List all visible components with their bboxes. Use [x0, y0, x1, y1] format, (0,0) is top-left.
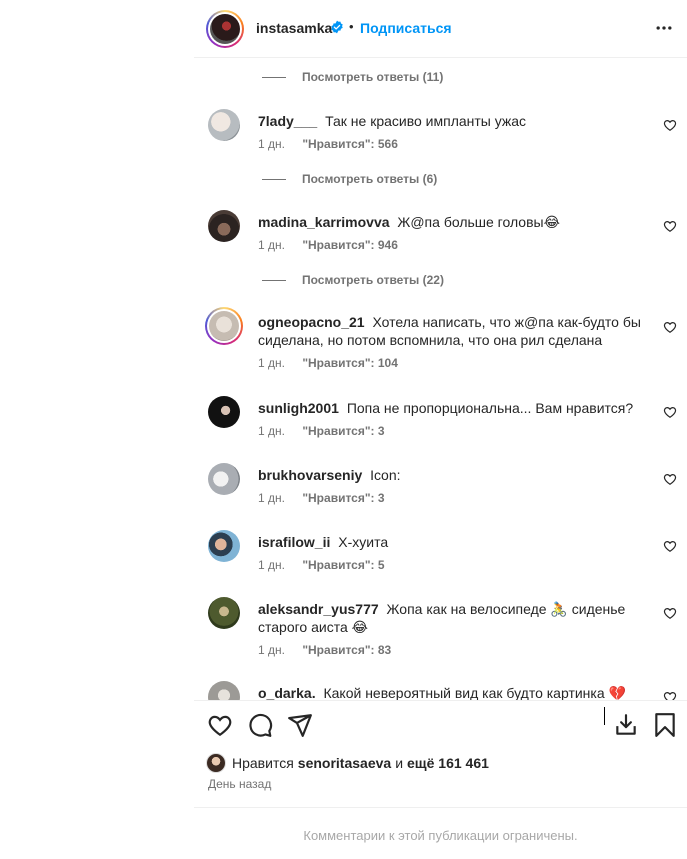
header-separator: • [349, 19, 354, 34]
comment-text: Icon: [370, 467, 401, 483]
commenter-avatar[interactable] [208, 681, 240, 700]
follow-button[interactable]: Подписаться [360, 20, 452, 36]
commenter-avatar[interactable] [208, 597, 240, 629]
commenter-avatar[interactable] [208, 530, 240, 562]
comment-likes[interactable]: "Нравится": 3 [302, 491, 384, 505]
like-comment-icon[interactable] [663, 320, 677, 334]
comment-text: Ж@па больше головы😂 [397, 214, 560, 230]
download-icon[interactable] [613, 712, 639, 738]
post-date[interactable]: День назад [208, 777, 271, 791]
like-comment-icon[interactable] [663, 405, 677, 419]
comment-text: Какой невероятный вид как будто картинка… [323, 685, 626, 700]
liker-avatar[interactable] [206, 753, 226, 773]
like-comment-icon[interactable] [663, 690, 677, 700]
comment-likes[interactable]: "Нравится": 946 [302, 238, 398, 252]
left-blank-area [0, 0, 194, 859]
comment-username[interactable]: sunligh2001 [258, 400, 339, 416]
likes-prefix: Нравится [232, 755, 294, 771]
post-header: instasamka • Подписаться [194, 0, 687, 58]
comment-time[interactable]: 1 дн. [258, 491, 285, 505]
bookmark-icon[interactable] [652, 712, 678, 738]
comment-username[interactable]: 7lady___ [258, 113, 317, 129]
comment-meta: 1 дн. "Нравится": 3 [258, 424, 385, 438]
author-username[interactable]: instasamka [256, 20, 332, 36]
comment-meta: 1 дн. "Нравится": 83 [258, 643, 391, 657]
comment-text: Х-хуита [338, 534, 389, 550]
text-cursor [604, 707, 605, 725]
like-comment-icon[interactable] [663, 118, 677, 132]
comment-meta: 1 дн. "Нравится": 946 [258, 238, 398, 252]
comment-username[interactable]: madina_karrimovva [258, 214, 390, 230]
likes-summary: Нравится senoritasaeva и ещё 161 461 [206, 753, 493, 773]
author-avatar[interactable] [206, 10, 244, 48]
comment-time[interactable]: 1 дн. [258, 137, 285, 151]
comment-time[interactable]: 1 дн. [258, 558, 285, 572]
comments-restricted-notice: Комментарии к этой публикации ограничены… [303, 828, 578, 843]
commenter-avatar[interactable] [208, 210, 240, 242]
comment-time[interactable]: 1 дн. [258, 643, 285, 657]
view-replies-button[interactable]: Посмотреть ответы (11) [262, 70, 443, 84]
comment-icon[interactable] [247, 712, 273, 738]
like-comment-icon[interactable] [663, 539, 677, 553]
likes-count[interactable]: ещё 161 461 [407, 755, 489, 771]
more-options-icon[interactable] [654, 18, 674, 38]
comment-username[interactable]: israfilow_ii [258, 534, 330, 550]
commenter-avatar[interactable] [208, 463, 240, 495]
comment-time[interactable]: 1 дн. [258, 424, 285, 438]
liker-username[interactable]: senoritasaeva [298, 755, 391, 771]
comment-likes[interactable]: "Нравится": 566 [302, 137, 398, 151]
like-comment-icon[interactable] [663, 472, 677, 486]
commenter-avatar[interactable] [208, 396, 240, 428]
share-icon[interactable] [287, 712, 313, 738]
post-actions: Нравится senoritasaeva и ещё 161 461 Ден… [194, 700, 687, 810]
comments-list[interactable]: Посмотреть ответы (11) 7lady___ Так не к… [194, 59, 687, 700]
comment-username[interactable]: brukhovarseniy [258, 467, 362, 483]
comment-likes[interactable]: "Нравится": 3 [302, 424, 384, 438]
likes-conjunction: и [395, 755, 404, 771]
comment-username[interactable]: ogneopacno_21 [258, 314, 365, 330]
comment-meta: 1 дн. "Нравится": 5 [258, 558, 385, 572]
like-comment-icon[interactable] [663, 606, 677, 620]
comment-username[interactable]: aleksandr_yus777 [258, 601, 379, 617]
comment-likes[interactable]: "Нравится": 5 [302, 558, 384, 572]
comment-text: Попа не пропорциональна... Вам нравится? [346, 400, 634, 416]
commenter-avatar[interactable] [205, 307, 243, 345]
comment-time[interactable]: 1 дн. [258, 238, 285, 252]
verified-badge-icon [331, 20, 343, 34]
comment-meta: 1 дн. "Нравится": 104 [258, 356, 398, 370]
divider [194, 807, 687, 808]
comment-text: Так не красиво импланты ужас [325, 113, 527, 129]
like-comment-icon[interactable] [663, 219, 677, 233]
comment-likes[interactable]: "Нравится": 104 [302, 356, 398, 370]
view-replies-button[interactable]: Посмотреть ответы (6) [262, 172, 437, 186]
post-side-panel: instasamka • Подписаться Посмотреть отве… [194, 0, 687, 859]
comment-username[interactable]: o_darka. [258, 685, 316, 700]
comment-time[interactable]: 1 дн. [258, 356, 285, 370]
heart-icon[interactable] [207, 712, 233, 738]
commenter-avatar[interactable] [208, 109, 240, 141]
comment-likes[interactable]: "Нравится": 83 [302, 643, 391, 657]
comment-meta: 1 дн. "Нравится": 3 [258, 491, 385, 505]
comment-meta: 1 дн. "Нравится": 566 [258, 137, 398, 151]
view-replies-button[interactable]: Посмотреть ответы (22) [262, 273, 444, 287]
